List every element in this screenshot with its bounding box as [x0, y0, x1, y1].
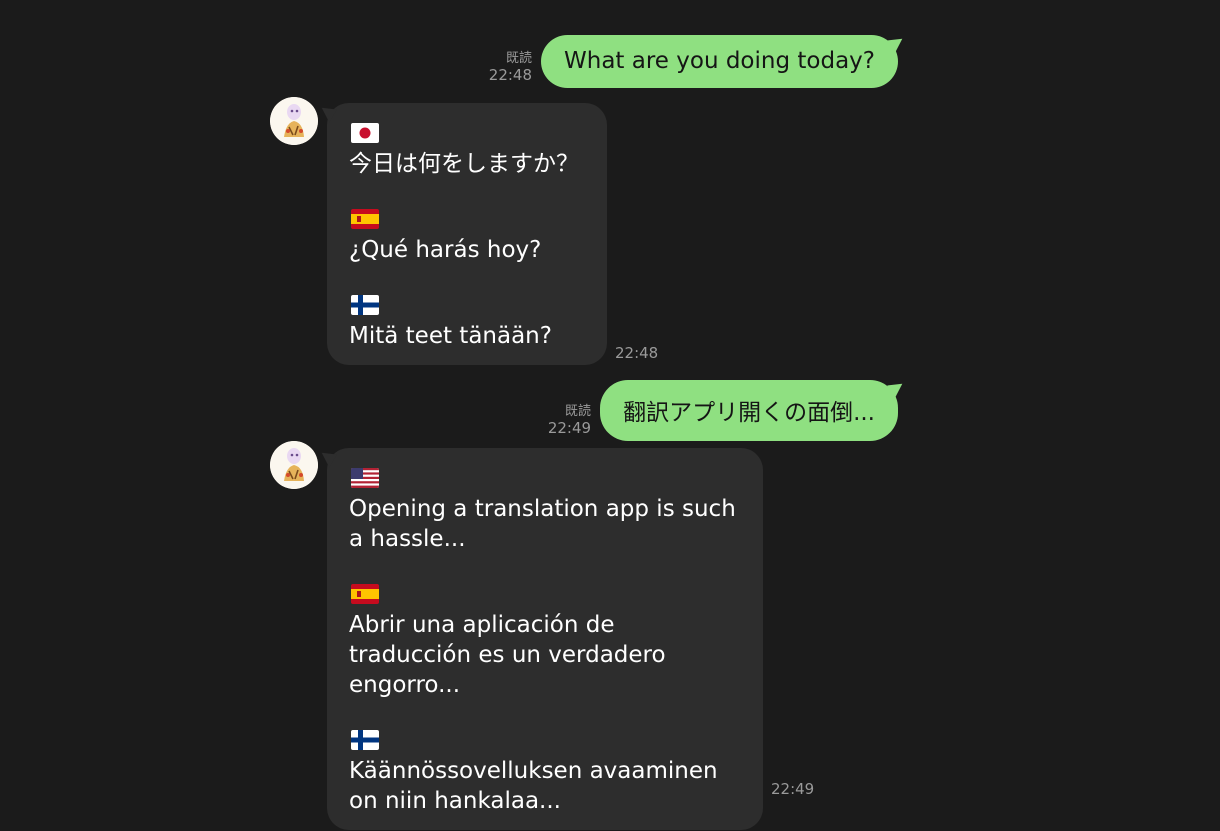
- usa-flag-icon: [351, 468, 379, 488]
- message-meta: 既読 22:48: [489, 50, 532, 88]
- translation-block: Mitä teet tänään?: [349, 295, 585, 351]
- translation-block: Käännössovelluksen avaaminen on niin han…: [349, 730, 741, 816]
- bubble-tail: [887, 33, 907, 54]
- bubble-tail: [317, 102, 337, 123]
- incoming-bubble[interactable]: Opening a translation app is such a hass…: [317, 447, 763, 830]
- bubble-tail: [317, 447, 337, 468]
- read-receipt: 既読: [506, 51, 533, 66]
- avatar[interactable]: [270, 97, 318, 145]
- finland-flag-icon: [351, 295, 379, 315]
- cartoon-character-avatar-icon: [270, 97, 318, 145]
- chat-thread: 既読 22:48 What are you doing today? 今日は何を…: [0, 0, 1220, 831]
- message-text: What are you doing today?: [564, 48, 875, 74]
- message-time: 22:49: [771, 780, 815, 798]
- message-text: 翻訳アプリ開くの面倒...: [623, 400, 875, 426]
- translation-text: 今日は何をしますか？: [349, 151, 579, 177]
- translation-block: ¿Qué harás hoy?: [349, 209, 585, 265]
- translation-text: Opening a translation app is such a hass…: [349, 496, 736, 552]
- spain-flag-icon: [351, 584, 379, 604]
- message-time: 22:48: [488, 66, 533, 84]
- translation-block: Abrir una aplicación de traducción es un…: [349, 584, 741, 700]
- bubble-tail: [887, 378, 907, 399]
- message-meta: 既読 22:49: [548, 403, 591, 441]
- translation-block: Opening a translation app is such a hass…: [349, 468, 741, 554]
- message-time: 22:49: [547, 419, 592, 437]
- outgoing-message: 既読 22:49 翻訳アプリ開くの面倒...: [548, 378, 907, 441]
- translation-text: Abrir una aplicación de traducción es un…: [349, 612, 666, 698]
- translation-text: Käännössovelluksen avaaminen on niin han…: [349, 758, 718, 814]
- translation-text: ¿Qué harás hoy?: [349, 237, 542, 263]
- read-receipt: 既読: [565, 404, 592, 419]
- japan-flag-icon: [351, 123, 379, 143]
- avatar[interactable]: [270, 441, 318, 489]
- outgoing-bubble[interactable]: What are you doing today?: [541, 33, 907, 88]
- translation-text: Mitä teet tänään?: [349, 323, 552, 349]
- cartoon-character-avatar-icon: [270, 441, 318, 489]
- spain-flag-icon: [351, 209, 379, 229]
- outgoing-bubble[interactable]: 翻訳アプリ開くの面倒...: [600, 378, 907, 441]
- outgoing-message: 既読 22:48 What are you doing today?: [489, 33, 907, 88]
- finland-flag-icon: [351, 730, 379, 750]
- translation-block: 今日は何をしますか？: [349, 123, 585, 179]
- incoming-bubble[interactable]: 今日は何をしますか？ ¿Qué harás hoy? Mitä teet tän…: [317, 102, 607, 365]
- message-time: 22:48: [615, 344, 659, 362]
